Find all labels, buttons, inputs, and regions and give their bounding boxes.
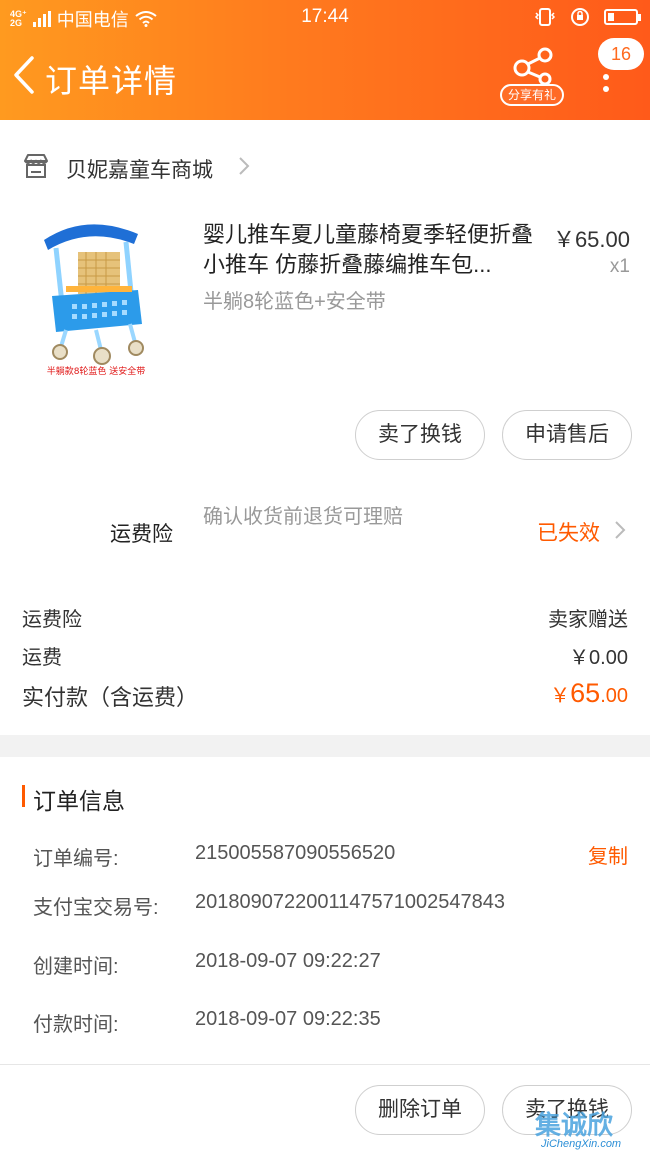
product-image-caption: 半躺款8轮蓝色 送安全带 <box>47 365 146 377</box>
alipay-trade-label: 支付宝交易号: <box>33 897 159 919</box>
watermark-logo: 集诚欣 <box>535 1110 614 1140</box>
shop-name: 贝妮嘉童车商城 <box>66 159 213 182</box>
rotation-lock-icon <box>571 8 589 26</box>
shipping-insurance-description: 确认收货前退货可理赔 <box>203 506 403 528</box>
order-number-label: 订单编号: <box>33 848 119 870</box>
paid-amount-integer: 65 <box>570 678 601 708</box>
app-header: 4G⁺ 2G 中国电信 17:44 订单详情 分享有礼 16 <box>0 0 650 120</box>
shipping-insurance-status[interactable]: 已失效 <box>537 517 600 547</box>
paid-amount-value: ￥65.00 <box>550 678 628 709</box>
product-sku: 半躺8轮蓝色+安全带 <box>203 291 386 313</box>
insurance-fee-label: 运费险 <box>22 609 82 631</box>
copy-order-number-button[interactable]: 复制 <box>588 840 628 869</box>
shipping-insurance-label: 运费险 <box>110 523 173 546</box>
chevron-left-icon <box>14 56 34 94</box>
share-icon <box>513 47 553 86</box>
insurance-fee-value: 卖家赠送 <box>548 609 628 631</box>
battery-icon <box>604 9 641 25</box>
site-watermark: 集诚欣 JiChengXin.com <box>535 1105 650 1155</box>
order-number-value: 215005587090556520 <box>195 842 396 864</box>
status-right <box>534 7 641 27</box>
status-bar: 4G⁺ 2G 中国电信 17:44 <box>0 0 650 36</box>
chevron-right-icon[interactable] <box>614 520 626 540</box>
share-reward-label: 分享有礼 <box>500 84 564 106</box>
section-accent-bar <box>22 785 25 807</box>
shipping-fee-label: 运费 <box>22 647 62 669</box>
product-title[interactable]: 婴儿推车夏儿童藤椅夏季轻便折叠小推车 仿藤折叠藤编推车包... <box>203 220 533 280</box>
currency-symbol: ￥ <box>550 685 571 707</box>
created-time-value: 2018-09-07 09:22:27 <box>195 950 381 972</box>
paid-time-value: 2018-09-07 09:22:35 <box>195 1008 381 1030</box>
chevron-right-icon <box>239 157 250 175</box>
delete-order-button[interactable]: 删除订单 <box>355 1085 485 1135</box>
shop-row[interactable]: 贝妮嘉童车商城 <box>0 140 650 192</box>
vibrate-icon <box>534 8 556 26</box>
paid-time-label: 付款时间: <box>33 1014 119 1036</box>
store-icon <box>24 154 48 178</box>
after-sale-button[interactable]: 申请售后 <box>502 410 632 460</box>
order-info-title: 订单信息 <box>33 788 125 814</box>
notification-badge[interactable]: 16 <box>598 38 644 70</box>
page-title: 订单详情 <box>45 63 178 99</box>
paid-amount-label: 实付款（含运费） <box>22 685 199 710</box>
product-image[interactable]: 半躺款8轮蓝色 送安全带 <box>26 212 166 382</box>
back-button[interactable] <box>10 55 40 95</box>
more-dot <box>603 74 609 80</box>
bottom-divider <box>0 1064 650 1065</box>
share-button[interactable]: 分享有礼 <box>500 46 564 108</box>
more-dot <box>603 86 609 92</box>
alipay-trade-value: 2018090722001147571002547843 <box>195 891 505 913</box>
product-price: ￥65.00 <box>552 227 630 252</box>
shipping-fee-value: ￥0.00 <box>569 647 628 669</box>
created-time-label: 创建时间: <box>33 956 119 978</box>
sell-item-button[interactable]: 卖了换钱 <box>355 410 485 460</box>
paid-amount-decimal: .00 <box>600 685 628 707</box>
section-divider <box>0 735 650 757</box>
product-quantity: x1 <box>609 256 630 277</box>
watermark-url: JiChengXin.com <box>541 1138 622 1150</box>
stroller-image: 半躺款8轮蓝色 送安全带 <box>44 224 146 377</box>
